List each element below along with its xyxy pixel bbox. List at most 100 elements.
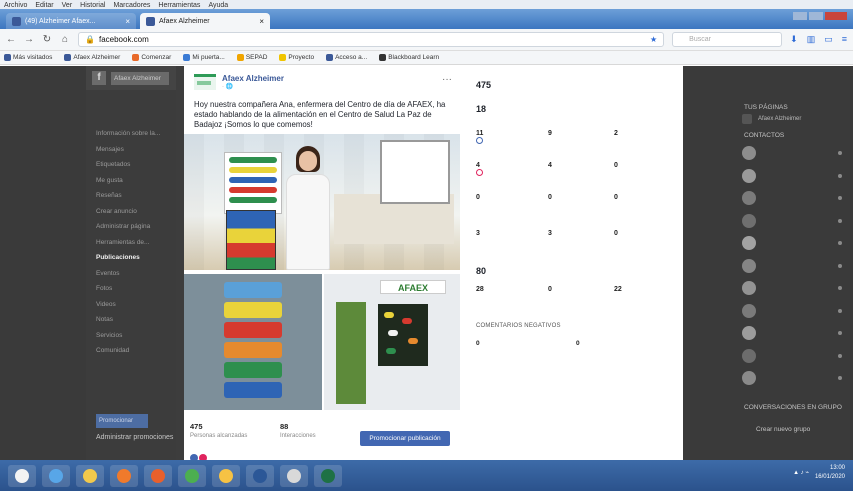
insight-metric: 4 bbox=[548, 162, 552, 169]
excel-taskbar-button[interactable] bbox=[314, 464, 342, 487]
admin-promotions-link[interactable]: Administrar promociones bbox=[96, 434, 173, 441]
chrome-taskbar-button[interactable] bbox=[178, 464, 206, 487]
bookmark-item[interactable]: Afaex Alzheimer bbox=[64, 53, 120, 61]
browser-search-input[interactable]: Buscar bbox=[672, 32, 783, 47]
bookmark-item[interactable]: Comenzar bbox=[132, 53, 172, 62]
bookmark-item[interactable]: Acceso a... bbox=[326, 53, 367, 61]
page-menu-item[interactable]: Etiquetados bbox=[96, 161, 176, 177]
page-menu-item[interactable]: Eventos bbox=[96, 270, 176, 286]
negative-metric: 0 bbox=[476, 340, 480, 347]
media-taskbar-button[interactable] bbox=[110, 464, 138, 487]
reload-icon[interactable]: ↻ bbox=[42, 34, 52, 45]
menu-item[interactable]: Editar bbox=[35, 2, 53, 9]
contact-item[interactable]: Contacto 3 bbox=[742, 191, 842, 205]
address-bar[interactable]: 🔒 facebook.com ★ bbox=[78, 32, 665, 47]
menu-item[interactable]: Marcadores bbox=[113, 2, 150, 9]
tab-page[interactable]: Afaex Alzheimer × bbox=[140, 13, 270, 29]
page-menu-item[interactable]: Reseñas bbox=[96, 192, 176, 208]
page-avatar[interactable] bbox=[194, 74, 216, 90]
bookmark-item[interactable]: Proyecto bbox=[279, 53, 314, 61]
page-menu-item[interactable]: Servicios bbox=[96, 332, 176, 348]
page-menu-item[interactable]: Publicaciones bbox=[96, 254, 176, 270]
contact-item[interactable]: Contacto 2 bbox=[742, 168, 842, 183]
page-menu-item[interactable]: Administrar página bbox=[96, 223, 176, 239]
bookmark-label: Comenzar bbox=[141, 54, 172, 62]
contact-item[interactable]: Contacto 5 bbox=[742, 236, 842, 250]
contact-item[interactable]: Contacto 8 bbox=[742, 303, 842, 318]
menu-item[interactable]: Herramientas bbox=[158, 2, 200, 9]
close-tab-icon[interactable]: × bbox=[259, 17, 264, 26]
your-pages-title: TUS PÁGINAS bbox=[744, 104, 788, 111]
menu-item[interactable]: Archivo bbox=[4, 2, 27, 9]
page-menu-item[interactable]: Mensajes bbox=[96, 146, 176, 162]
page-name[interactable]: Afaex Alzheimer bbox=[222, 74, 284, 83]
minimize-button[interactable] bbox=[793, 12, 807, 20]
back-arrow-icon[interactable]: ← bbox=[6, 34, 16, 45]
folder-taskbar-button[interactable] bbox=[212, 464, 240, 487]
contact-item[interactable]: Contacto 11 bbox=[742, 371, 842, 385]
facebook-logo-icon[interactable]: f bbox=[92, 71, 106, 85]
contact-item[interactable]: Contacto 7 bbox=[742, 281, 842, 295]
photo-main[interactable] bbox=[184, 134, 460, 270]
avatar bbox=[742, 191, 756, 205]
bookmark-item[interactable]: SEPAD bbox=[236, 53, 267, 61]
word-taskbar-button[interactable] bbox=[246, 464, 274, 487]
page-menu-item[interactable]: Herramientas de... bbox=[96, 239, 176, 255]
contact-item[interactable]: Contacto 1 bbox=[742, 146, 842, 160]
menu-icon[interactable]: ≡ bbox=[842, 34, 847, 45]
promote-post-button[interactable]: Promocionar publicación bbox=[360, 431, 450, 446]
insight-metric: 0 bbox=[614, 162, 618, 169]
home-icon[interactable]: ⌂ bbox=[60, 34, 70, 45]
close-window-button[interactable] bbox=[825, 12, 847, 20]
clock[interactable]: 13:00 16/01/2020 bbox=[815, 464, 845, 482]
photo-stand bbox=[226, 210, 276, 270]
more-options-icon[interactable]: ··· bbox=[442, 74, 452, 85]
bookmark-icon bbox=[183, 53, 191, 61]
page-menu-item[interactable]: Fotos bbox=[96, 285, 176, 301]
star-icon[interactable]: ★ bbox=[650, 35, 657, 44]
page-menu-item[interactable]: Comunidad bbox=[96, 347, 176, 363]
page-menu-item[interactable]: Me gusta bbox=[96, 177, 176, 193]
bookmark-item[interactable]: Blackboard Learn bbox=[379, 53, 439, 61]
menu-item[interactable]: Ayuda bbox=[208, 2, 228, 9]
bookmark-item[interactable]: Más visitados bbox=[4, 53, 52, 61]
online-status-icon bbox=[838, 376, 842, 380]
photo-bottom-right[interactable]: AFAEX bbox=[324, 274, 460, 410]
explorer-taskbar-button[interactable] bbox=[76, 464, 104, 487]
page-menu-item[interactable]: Crear anuncio bbox=[96, 208, 176, 224]
insight-value: 2 bbox=[614, 130, 618, 137]
tray-icons[interactable]: ▲ ♪ ⌁ bbox=[793, 469, 809, 478]
contact-item[interactable]: Contacto 10 bbox=[742, 348, 842, 363]
post-photos[interactable]: AFAEX bbox=[184, 134, 464, 410]
facebook-search-input[interactable]: Afaex Alzheimer bbox=[111, 71, 169, 85]
contact-item[interactable]: Contacto 4 bbox=[742, 213, 842, 228]
page-menu-item[interactable]: Notas bbox=[96, 316, 176, 332]
page-menu-item[interactable]: Información sobre la... bbox=[96, 130, 176, 146]
forward-arrow-icon[interactable]: → bbox=[24, 34, 34, 45]
contact-item[interactable]: Contacto 6 bbox=[742, 258, 842, 273]
firefox-taskbar-button[interactable] bbox=[144, 464, 172, 487]
menu-item[interactable]: Historial bbox=[80, 2, 105, 9]
download-icon[interactable]: ⬇ bbox=[790, 34, 798, 45]
contact-item[interactable]: Contacto 9 bbox=[742, 326, 842, 340]
sidebar-icon[interactable]: ▭ bbox=[824, 34, 833, 45]
windows-start-taskbar-button[interactable] bbox=[8, 464, 36, 487]
tab-notifications[interactable]: (49) Alzheimer Afaex... × bbox=[6, 13, 136, 29]
maximize-button[interactable] bbox=[809, 12, 823, 20]
clock-time: 13:00 bbox=[829, 465, 845, 471]
calc-taskbar-button[interactable] bbox=[280, 464, 308, 487]
menu-item[interactable]: Ver bbox=[62, 2, 73, 9]
windows-start-icon bbox=[15, 468, 29, 483]
windows-taskbar bbox=[0, 460, 853, 491]
create-group-link[interactable]: Crear nuevo grupo bbox=[756, 426, 810, 433]
page-menu-item[interactable]: Videos bbox=[96, 301, 176, 317]
your-page-item[interactable]: Afaex Alzheimer bbox=[742, 114, 828, 124]
close-tab-icon[interactable]: × bbox=[125, 17, 130, 26]
contacts-title: CONTACTOS bbox=[744, 132, 785, 139]
promote-button-small[interactable]: Promocionar bbox=[96, 414, 148, 428]
ie-icon bbox=[49, 468, 63, 483]
ie-taskbar-button[interactable] bbox=[42, 464, 70, 487]
bookmark-item[interactable]: Mi puerta... bbox=[183, 53, 225, 61]
photo-bottom-left[interactable] bbox=[184, 274, 322, 410]
library-icon[interactable]: ▥ bbox=[807, 34, 816, 45]
